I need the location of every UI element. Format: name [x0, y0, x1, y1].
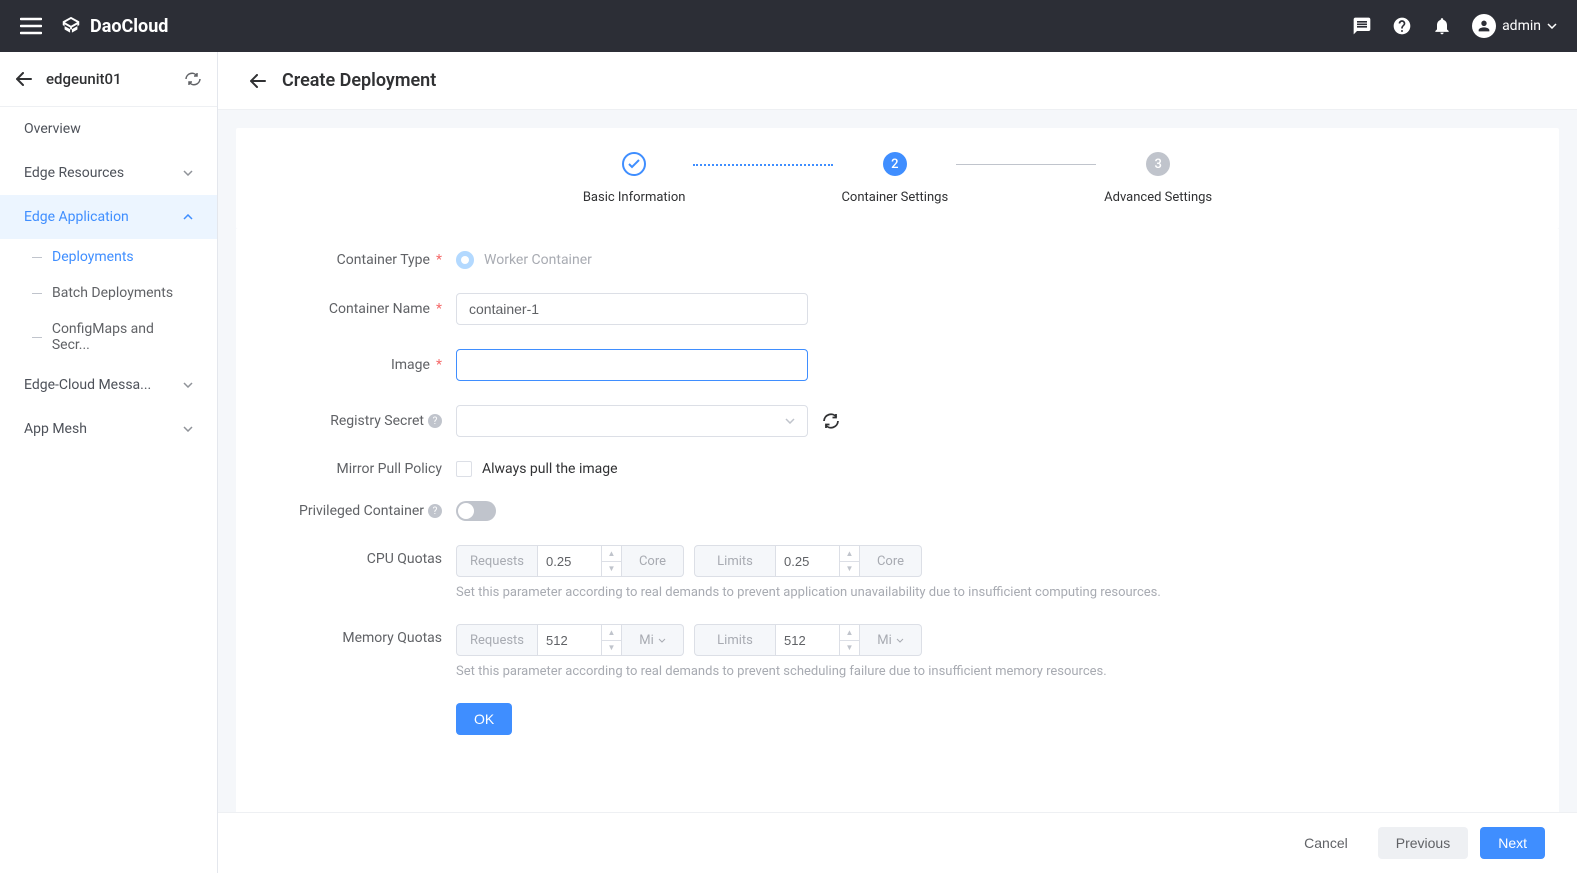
- chevron-down-icon: [183, 382, 193, 388]
- memory-requests-unit[interactable]: Mi: [622, 624, 684, 656]
- sidebar-item-edge-application[interactable]: Edge Application: [0, 195, 217, 239]
- row-image: Image*: [256, 349, 1429, 381]
- sidebar-item-app-mesh[interactable]: App Mesh: [0, 407, 217, 451]
- sidebar: edgeunit01 Overview Edge Resources Edge …: [0, 52, 218, 873]
- sidebar-item-batch-deployments[interactable]: Batch Deployments: [0, 275, 217, 311]
- form-container: Container Type* Worker Container Contain…: [236, 229, 1559, 812]
- step-check-icon: [622, 152, 646, 176]
- row-registry-secret: Registry Secret?: [256, 405, 1429, 437]
- step-container-settings: 2 Container Settings: [841, 152, 948, 205]
- radio-icon: [456, 251, 474, 269]
- wizard-steps: Basic Information 2 Container Settings 3…: [236, 128, 1559, 229]
- back-arrow-icon[interactable]: [16, 72, 32, 86]
- user-menu[interactable]: admin: [1472, 14, 1557, 38]
- top-header: DaoCloud admin: [0, 0, 1577, 52]
- help-icon[interactable]: ?: [428, 504, 442, 518]
- sidebar-item-deployments[interactable]: Deployments: [0, 239, 217, 275]
- help-icon[interactable]: [1392, 16, 1412, 36]
- memory-limits-unit[interactable]: Mi: [860, 624, 922, 656]
- page-header: Create Deployment: [218, 52, 1577, 110]
- refresh-icon[interactable]: [822, 413, 840, 429]
- radio-worker-container[interactable]: Worker Container: [456, 251, 1236, 269]
- memory-requests-spinner[interactable]: ▲▼: [602, 624, 622, 656]
- row-cpu-quotas: CPU Quotas Requests ▲▼ Core Limits ▲▼: [256, 545, 1429, 600]
- image-input[interactable]: [456, 349, 808, 381]
- brand-name: DaoCloud: [90, 16, 168, 37]
- next-button[interactable]: Next: [1480, 827, 1545, 859]
- step-advanced-settings: 3 Advanced Settings: [1104, 152, 1212, 205]
- avatar-icon: [1472, 14, 1496, 38]
- cpu-limits-spinner[interactable]: ▲▼: [840, 545, 860, 577]
- checkbox-always-pull[interactable]: Always pull the image: [456, 461, 1236, 477]
- cpu-limits: Limits ▲▼ Core: [694, 545, 922, 577]
- previous-button[interactable]: Previous: [1378, 827, 1468, 859]
- help-icon[interactable]: ?: [428, 414, 442, 428]
- memory-limits-spinner[interactable]: ▲▼: [840, 624, 860, 656]
- memory-requests: Requests ▲▼ Mi: [456, 624, 684, 656]
- main-content: Create Deployment Basic Information 2 Co…: [218, 52, 1577, 873]
- memory-limits: Limits ▲▼ Mi: [694, 624, 922, 656]
- unit-name: edgeunit01: [46, 70, 122, 88]
- chevron-down-icon: [1547, 23, 1557, 29]
- chevron-down-icon: [785, 418, 795, 424]
- registry-secret-select[interactable]: [456, 405, 808, 437]
- memory-limits-input[interactable]: [776, 624, 840, 656]
- row-container-type: Container Type* Worker Container: [256, 251, 1429, 269]
- page-title: Create Deployment: [282, 70, 436, 91]
- container-name-input[interactable]: [456, 293, 808, 325]
- row-mirror-pull: Mirror Pull Policy Always pull the image: [256, 461, 1429, 477]
- cpu-requests: Requests ▲▼ Core: [456, 545, 684, 577]
- checkbox-icon: [456, 461, 472, 477]
- cpu-limits-input[interactable]: [776, 545, 840, 577]
- step-basic-information: Basic Information: [583, 152, 686, 205]
- row-memory-quotas: Memory Quotas Requests ▲▼ Mi Limits ▲▼: [256, 624, 1429, 679]
- row-ok: OK: [256, 703, 1429, 735]
- brand-logo[interactable]: DaoCloud: [60, 15, 168, 37]
- sidebar-item-configmaps[interactable]: ConfigMaps and Secr...: [0, 311, 217, 363]
- sidebar-item-edge-resources[interactable]: Edge Resources: [0, 151, 217, 195]
- bell-icon[interactable]: [1432, 16, 1452, 36]
- sync-icon[interactable]: [185, 72, 201, 86]
- back-button[interactable]: [250, 74, 266, 88]
- memory-helper-text: Set this parameter according to real dem…: [456, 664, 1236, 679]
- cpu-requests-input[interactable]: [538, 545, 602, 577]
- cpu-requests-spinner[interactable]: ▲▼: [602, 545, 622, 577]
- chevron-up-icon: [183, 214, 193, 220]
- chevron-down-icon: [183, 170, 193, 176]
- footer-bar: Cancel Previous Next: [218, 812, 1577, 873]
- sidebar-item-overview[interactable]: Overview: [0, 107, 217, 151]
- cpu-helper-text: Set this parameter according to real dem…: [456, 585, 1236, 600]
- ok-button[interactable]: OK: [456, 703, 512, 735]
- header-left: DaoCloud: [20, 15, 168, 37]
- sidebar-item-edge-cloud[interactable]: Edge-Cloud Messa...: [0, 363, 217, 407]
- header-right: admin: [1352, 14, 1557, 38]
- user-name: admin: [1502, 18, 1541, 34]
- chevron-down-icon: [183, 426, 193, 432]
- row-container-name: Container Name*: [256, 293, 1429, 325]
- sidebar-header: edgeunit01: [0, 52, 217, 107]
- hamburger-icon[interactable]: [20, 17, 42, 35]
- privileged-toggle[interactable]: [456, 501, 496, 521]
- row-privileged: Privileged Container?: [256, 501, 1429, 521]
- chat-icon[interactable]: [1352, 16, 1372, 36]
- memory-requests-input[interactable]: [538, 624, 602, 656]
- cancel-button[interactable]: Cancel: [1286, 827, 1366, 859]
